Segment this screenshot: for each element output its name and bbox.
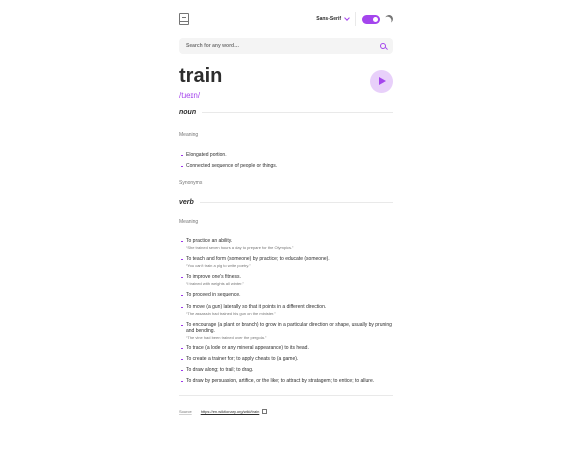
- word-header: train /tɹeɪn/: [179, 65, 393, 101]
- play-audio-button[interactable]: [370, 70, 393, 93]
- noun-meaning-label: Meaning: [179, 132, 199, 138]
- part-of-speech-noun: noun: [179, 109, 197, 116]
- word-title: train: [179, 65, 223, 87]
- phonetic: /tɹeɪn/: [179, 91, 201, 100]
- definition-text: To teach and form (someone) by practice;…: [186, 256, 330, 262]
- verb-meaning-label: Meaning: [179, 219, 199, 225]
- synonyms-label: Synonyms: [179, 180, 203, 186]
- definition-item: To encourage (a plant or branch) to grow…: [179, 322, 393, 340]
- toggle-knob: [373, 16, 378, 22]
- external-link-icon[interactable]: [262, 409, 268, 414]
- part-of-speech-verb: verb: [179, 199, 194, 206]
- definition-text: To draw by persuasion, artifice, or the …: [186, 378, 375, 384]
- font-selector-label: Sans-Serif: [316, 16, 341, 22]
- definition-text: To proceed in sequence.: [186, 292, 241, 298]
- definition-text: To practice an ability.: [186, 238, 233, 244]
- verb-definitions: To practice an ability. “She trained seve…: [179, 238, 393, 384]
- definition-item: To improve one's fitness. “I trained with…: [179, 274, 393, 286]
- definition-example: “She trained seven hours a day to prepar…: [186, 245, 294, 250]
- font-selector[interactable]: Sans-Serif: [316, 15, 350, 22]
- definition-item: To practice an ability. “She trained seve…: [179, 238, 393, 250]
- verb-heading: verb: [179, 199, 393, 206]
- app: Sans-Serif train /tɹeɪn/ noun Meaning El…: [179, 6, 393, 414]
- definition-item: Connected sequence of people or things.: [179, 163, 393, 169]
- search-input[interactable]: [186, 43, 380, 49]
- definition-text: To trace (a lode or any mineral appearan…: [186, 345, 309, 351]
- definition-item: To draw by persuasion, artifice, or the …: [179, 378, 393, 384]
- definition-item: To proceed in sequence.: [179, 292, 393, 298]
- definition-example: “The vine had been trained over the perg…: [186, 335, 267, 340]
- definition-example: “I trained with weights all winter.”: [186, 281, 244, 286]
- heading-rule: [202, 112, 393, 113]
- divider: [355, 12, 356, 26]
- header: Sans-Serif: [179, 6, 393, 32]
- definition-item: To draw along; to trail; to drag.: [179, 367, 393, 373]
- definition-item: Elongated portion.: [179, 152, 393, 158]
- definition-example: “You can't train a pig to write poetry.”: [186, 263, 251, 268]
- search-icon[interactable]: [380, 43, 386, 49]
- definition-text: To improve one's fitness.: [186, 274, 241, 280]
- footer-divider: [179, 395, 393, 396]
- theme-toggle[interactable]: [362, 14, 380, 24]
- noun-definitions: Elongated portion. Connected sequence of …: [179, 152, 393, 169]
- definition-text: To move (a gun) laterally so that it poi…: [186, 304, 327, 310]
- source-label: Source: [179, 409, 192, 414]
- definition-text: To draw along; to trail; to drag.: [186, 367, 254, 373]
- definition-text: To create a trainer for; to apply cheats…: [186, 356, 299, 362]
- noun-heading: noun: [179, 109, 393, 116]
- definition-example: “The assassin had trained his gun on the…: [186, 311, 276, 316]
- source-row: Source https://en.wiktionary.org/wiki/tr…: [179, 409, 393, 414]
- chevron-down-icon: [344, 15, 350, 21]
- definition-item: To create a trainer for; to apply cheats…: [179, 356, 393, 362]
- heading-rule: [199, 202, 393, 203]
- book-icon[interactable]: [179, 13, 189, 25]
- source-link[interactable]: https://en.wiktionary.org/wiki/train: [201, 409, 260, 414]
- search-bar: [179, 38, 393, 54]
- definition-text: To encourage (a plant or branch) to grow…: [186, 322, 392, 334]
- definition-item: To move (a gun) laterally so that it poi…: [179, 304, 393, 316]
- definition-item: To trace (a lode or any mineral appearan…: [179, 345, 393, 351]
- moon-icon: [384, 14, 394, 24]
- definition-item: To teach and form (someone) by practice;…: [179, 256, 393, 268]
- header-controls: Sans-Serif: [316, 12, 393, 26]
